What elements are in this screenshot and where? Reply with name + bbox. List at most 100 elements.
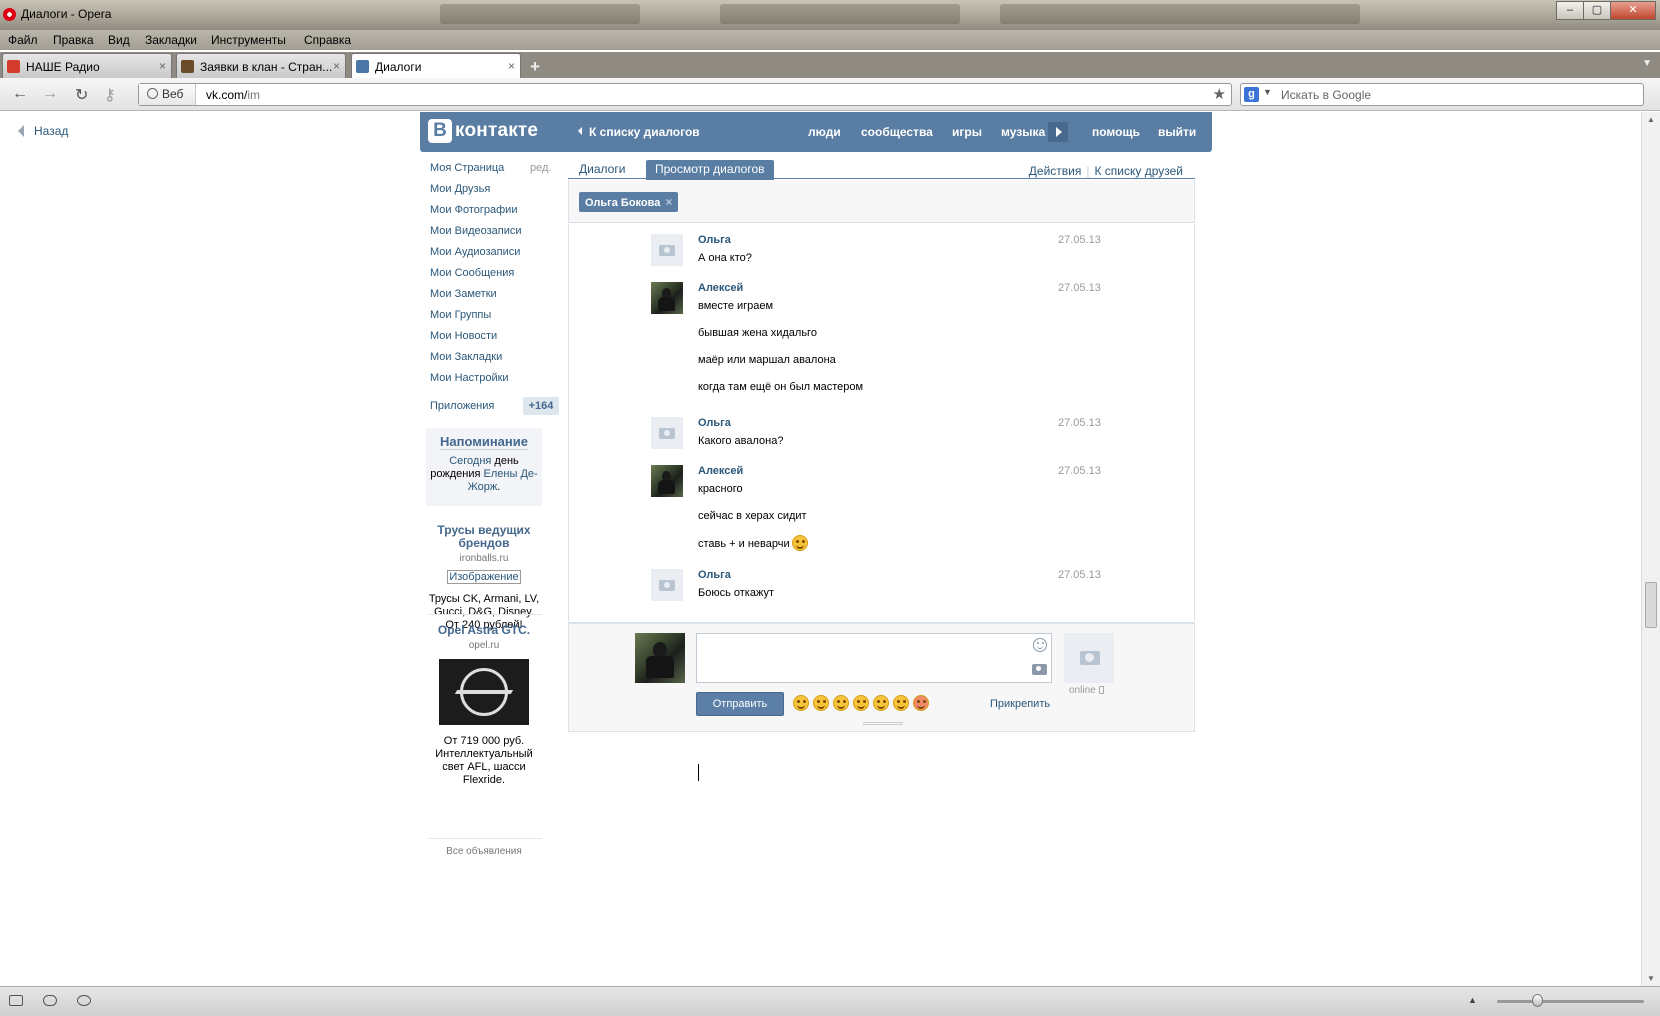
message-author[interactable]: Ольга bbox=[698, 417, 731, 429]
nav-games[interactable]: игры bbox=[952, 125, 982, 139]
web-badge[interactable]: Веб bbox=[139, 84, 196, 105]
tab-dialogs-list[interactable]: Диалоги bbox=[570, 160, 634, 180]
message-date[interactable]: 27.05.13 bbox=[1058, 282, 1101, 294]
reload-icon[interactable]: ↻ bbox=[75, 85, 88, 105]
new-tab-plus-icon[interactable]: + bbox=[530, 57, 540, 77]
camera-avatar-icon[interactable] bbox=[651, 417, 683, 449]
menu-tools[interactable]: Инструменты bbox=[211, 33, 286, 47]
nav-help[interactable]: помощь bbox=[1092, 125, 1140, 139]
tab-list-chevron-down-icon[interactable]: ▼ bbox=[1642, 58, 1652, 69]
close-window-button[interactable]: ✕ bbox=[1610, 1, 1656, 20]
sidebar-item-photos[interactable]: Мои Фотографии bbox=[430, 204, 517, 216]
scroll-thumb[interactable] bbox=[1645, 582, 1657, 628]
message-date[interactable]: 27.05.13 bbox=[1058, 569, 1101, 581]
header-back-to-dialogs[interactable]: К списку диалогов bbox=[578, 125, 700, 139]
menu-edit[interactable]: Правка bbox=[53, 33, 94, 47]
chip-close-icon[interactable]: × bbox=[665, 195, 672, 209]
actions-link[interactable]: Действия bbox=[1029, 164, 1082, 178]
vk-logo[interactable]: В контакте bbox=[428, 119, 538, 143]
search-box[interactable]: g ▼ Искать в Google bbox=[1240, 83, 1644, 106]
emoji-smile-icon[interactable] bbox=[873, 695, 889, 711]
user-photo-avatar[interactable] bbox=[651, 282, 683, 314]
tab-close-icon[interactable]: × bbox=[508, 59, 515, 73]
sidebar-item-news[interactable]: Мои Новости bbox=[430, 330, 497, 342]
zoom-slider-handle[interactable] bbox=[1532, 994, 1543, 1007]
menu-bookmarks[interactable]: Закладки bbox=[145, 33, 197, 47]
ad-image-link[interactable]: Изображение bbox=[447, 570, 521, 584]
sidebar-item-settings[interactable]: Мои Настройки bbox=[430, 372, 509, 384]
sidebar-item-messages[interactable]: Мои Сообщения bbox=[430, 267, 514, 279]
friends-list-link[interactable]: К списку друзей bbox=[1094, 164, 1183, 178]
peer-camera-avatar-icon[interactable] bbox=[1064, 633, 1114, 683]
url-text[interactable]: vk.com/im bbox=[206, 88, 260, 102]
page-scrollbar[interactable]: ▲ ▼ bbox=[1641, 112, 1660, 986]
zoom-menu-chevron-up-icon[interactable]: ▲ bbox=[1468, 995, 1477, 1005]
nav-music[interactable]: музыка bbox=[1001, 125, 1045, 139]
nav-people[interactable]: люди bbox=[808, 125, 841, 139]
sidebar-item-apps[interactable]: Приложения bbox=[430, 400, 494, 412]
google-icon[interactable]: g bbox=[1244, 87, 1259, 102]
message-input[interactable] bbox=[696, 633, 1052, 683]
reminder-today-link[interactable]: Сегодня bbox=[449, 455, 491, 467]
opel-logo-image[interactable] bbox=[439, 659, 529, 725]
bookmark-star-icon[interactable]: ★ bbox=[1213, 85, 1226, 103]
camera-avatar-icon[interactable] bbox=[651, 569, 683, 601]
smile-picker-icon[interactable] bbox=[1033, 638, 1047, 652]
menu-view[interactable]: Вид bbox=[108, 33, 130, 47]
sidebar-item-bookmarks[interactable]: Мои Закладки bbox=[430, 351, 502, 363]
user-photo-avatar[interactable] bbox=[651, 465, 683, 497]
ad-title[interactable]: Opel Astra GTC. bbox=[426, 624, 542, 637]
address-bar[interactable]: Веб vk.com/im ★ bbox=[138, 83, 1232, 106]
tab-view-dialogs[interactable]: Просмотр диалогов bbox=[646, 160, 774, 180]
ad-opel[interactable]: Opel Astra GTC. opel.ru От 719 000 руб. … bbox=[426, 624, 542, 787]
speed-dial-icon[interactable] bbox=[77, 995, 91, 1006]
ad-underwear[interactable]: Трусы ведущих брендов ironballs.ru Изобр… bbox=[426, 524, 542, 632]
apps-count-badge[interactable]: +164 bbox=[523, 397, 559, 415]
menu-help[interactable]: Справка bbox=[304, 33, 351, 47]
resize-grip-icon[interactable] bbox=[863, 722, 903, 725]
ad-title[interactable]: Трусы ведущих брендов bbox=[426, 524, 542, 550]
sidebar-item-notes[interactable]: Мои Заметки bbox=[430, 288, 497, 300]
engine-chevron-down-icon[interactable]: ▼ bbox=[1263, 87, 1272, 97]
forward-arrow-icon[interactable]: → bbox=[42, 85, 58, 103]
emoji-angry-icon[interactable] bbox=[893, 695, 909, 711]
message-author[interactable]: Алексей bbox=[698, 465, 743, 477]
sidebar-item-videos[interactable]: Мои Видеозаписи bbox=[430, 225, 522, 237]
sidebar-item-friends[interactable]: Мои Друзья bbox=[430, 183, 490, 195]
tab-clan-requests[interactable]: Заявки в клан - Стран... × bbox=[176, 53, 346, 78]
panel-toggle-icon[interactable] bbox=[9, 995, 23, 1006]
scroll-up-icon[interactable]: ▲ bbox=[1647, 115, 1655, 124]
sidebar-item-audio[interactable]: Мои Аудиозаписи bbox=[430, 246, 520, 258]
message-date[interactable]: 27.05.13 bbox=[1058, 417, 1101, 429]
attach-link[interactable]: Прикрепить bbox=[990, 698, 1050, 710]
sidebar-item-my-page[interactable]: Моя Страница bbox=[430, 162, 504, 174]
tab-close-icon[interactable]: × bbox=[333, 59, 340, 73]
nav-communities[interactable]: сообщества bbox=[861, 125, 933, 139]
message-author[interactable]: Ольга bbox=[698, 569, 731, 581]
message-author[interactable]: Алексей bbox=[698, 282, 743, 294]
menu-file[interactable]: Файл bbox=[8, 33, 38, 47]
sidebar-item-groups[interactable]: Мои Группы bbox=[430, 309, 491, 321]
key-icon[interactable]: ⚷ bbox=[104, 85, 116, 105]
interlocutor-chip[interactable]: Ольга Бокова × bbox=[579, 192, 679, 212]
emoji-heart-eyes-icon[interactable] bbox=[913, 695, 929, 711]
nav-logout[interactable]: выйти bbox=[1158, 125, 1196, 139]
page-back-link[interactable]: Назад bbox=[18, 124, 68, 138]
emoji-scared-icon[interactable] bbox=[853, 695, 869, 711]
tab-nashe-radio[interactable]: НАШЕ Радио × bbox=[2, 53, 172, 78]
music-play-icon[interactable] bbox=[1048, 122, 1068, 142]
attach-photo-icon[interactable] bbox=[1032, 664, 1047, 675]
emoji-blush-icon[interactable] bbox=[793, 695, 809, 711]
message-date[interactable]: 27.05.13 bbox=[1058, 234, 1101, 246]
send-button[interactable]: Отправить bbox=[696, 692, 784, 716]
back-arrow-icon[interactable]: ← bbox=[12, 85, 28, 103]
message-date[interactable]: 27.05.13 bbox=[1058, 465, 1101, 477]
all-ads-link[interactable]: Все объявления bbox=[426, 846, 542, 857]
scroll-down-icon[interactable]: ▼ bbox=[1647, 974, 1655, 983]
emoji-laugh-icon[interactable] bbox=[833, 695, 849, 711]
sidebar-edit-link[interactable]: ред. bbox=[530, 162, 551, 174]
minimize-button[interactable]: – bbox=[1556, 1, 1584, 20]
maximize-button[interactable]: ▢ bbox=[1583, 1, 1611, 20]
my-photo-avatar[interactable] bbox=[635, 633, 685, 683]
camera-avatar-icon[interactable] bbox=[651, 234, 683, 266]
